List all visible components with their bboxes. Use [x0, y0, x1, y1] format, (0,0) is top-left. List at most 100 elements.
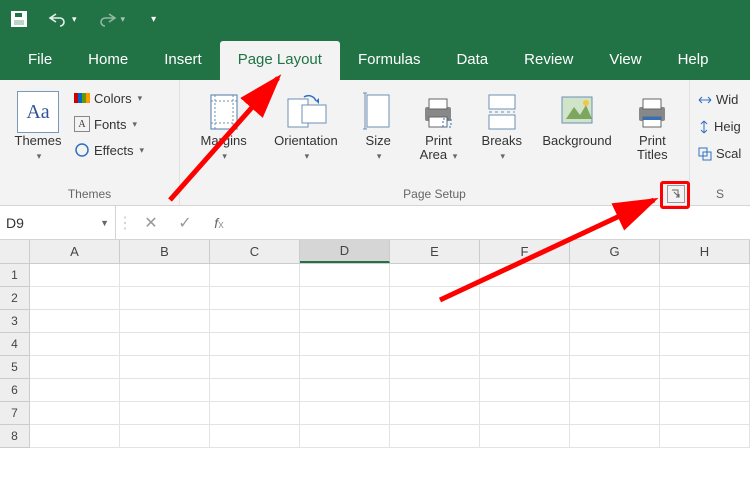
- col-header-h[interactable]: H: [660, 240, 750, 263]
- cell[interactable]: [120, 402, 210, 425]
- fonts-button[interactable]: A Fonts▾: [74, 114, 144, 134]
- tab-file[interactable]: File: [10, 41, 70, 80]
- row-header[interactable]: 1: [0, 264, 30, 287]
- cell[interactable]: [570, 310, 660, 333]
- cell[interactable]: [390, 379, 480, 402]
- tab-review[interactable]: Review: [506, 41, 591, 80]
- cell[interactable]: [30, 310, 120, 333]
- row-header[interactable]: 3: [0, 310, 30, 333]
- cell[interactable]: [390, 356, 480, 379]
- row-header[interactable]: 8: [0, 425, 30, 448]
- breaks-button[interactable]: Breaks▾: [476, 86, 528, 163]
- cell[interactable]: [300, 356, 390, 379]
- cell[interactable]: [120, 333, 210, 356]
- cell[interactable]: [210, 356, 300, 379]
- cell[interactable]: [570, 333, 660, 356]
- redo-dropdown-icon[interactable]: ▾: [121, 14, 126, 25]
- row-header[interactable]: 6: [0, 379, 30, 402]
- cell[interactable]: [390, 402, 480, 425]
- cell[interactable]: [570, 264, 660, 287]
- cell[interactable]: [390, 287, 480, 310]
- colors-button[interactable]: Colors▾: [74, 88, 144, 108]
- cell[interactable]: [300, 287, 390, 310]
- col-header-c[interactable]: C: [210, 240, 300, 263]
- cell[interactable]: [660, 310, 750, 333]
- cell[interactable]: [300, 425, 390, 448]
- row-header[interactable]: 5: [0, 356, 30, 379]
- cell[interactable]: [390, 264, 480, 287]
- cell[interactable]: [480, 402, 570, 425]
- cell[interactable]: [660, 402, 750, 425]
- save-button[interactable]: [10, 10, 28, 28]
- cell[interactable]: [300, 333, 390, 356]
- cell[interactable]: [120, 379, 210, 402]
- cell[interactable]: [480, 264, 570, 287]
- cell[interactable]: [210, 425, 300, 448]
- cell[interactable]: [480, 356, 570, 379]
- width-control[interactable]: Wid: [698, 90, 738, 109]
- customize-qat-button[interactable]: ▾: [151, 14, 156, 25]
- cell[interactable]: [30, 333, 120, 356]
- cell[interactable]: [210, 310, 300, 333]
- cell[interactable]: [300, 402, 390, 425]
- cell[interactable]: [660, 287, 750, 310]
- cell[interactable]: [660, 333, 750, 356]
- cell[interactable]: [210, 402, 300, 425]
- cell[interactable]: [480, 310, 570, 333]
- formula-input[interactable]: [236, 206, 750, 239]
- cell[interactable]: [210, 264, 300, 287]
- cell[interactable]: [30, 425, 120, 448]
- cell[interactable]: [390, 425, 480, 448]
- tab-insert[interactable]: Insert: [146, 41, 220, 80]
- background-button[interactable]: Background: [539, 86, 615, 148]
- cell[interactable]: [570, 425, 660, 448]
- cell[interactable]: [30, 356, 120, 379]
- cell[interactable]: [570, 287, 660, 310]
- cancel-formula-button[interactable]: ✕: [134, 206, 168, 239]
- orientation-button[interactable]: Orientation▾: [268, 86, 344, 163]
- cell[interactable]: [210, 333, 300, 356]
- col-header-a[interactable]: A: [30, 240, 120, 263]
- cell[interactable]: [120, 287, 210, 310]
- cell[interactable]: [660, 356, 750, 379]
- insert-function-button[interactable]: fx: [202, 206, 236, 239]
- cell[interactable]: [480, 333, 570, 356]
- row-header[interactable]: 2: [0, 287, 30, 310]
- cell[interactable]: [660, 379, 750, 402]
- tab-formulas[interactable]: Formulas: [340, 41, 439, 80]
- cell[interactable]: [300, 310, 390, 333]
- name-box-dropdown-icon[interactable]: ▼: [100, 218, 109, 228]
- enter-formula-button[interactable]: ✓: [168, 206, 202, 239]
- cell[interactable]: [570, 402, 660, 425]
- page-setup-dialog-launcher[interactable]: [667, 185, 685, 203]
- themes-button[interactable]: Aa Themes▾: [8, 86, 68, 163]
- cell[interactable]: [120, 264, 210, 287]
- cell[interactable]: [300, 379, 390, 402]
- size-button[interactable]: Size▾: [355, 86, 401, 163]
- cell[interactable]: [30, 402, 120, 425]
- undo-button[interactable]: ▾: [46, 10, 77, 28]
- cell[interactable]: [390, 310, 480, 333]
- cell[interactable]: [120, 425, 210, 448]
- cell[interactable]: [30, 287, 120, 310]
- print-titles-button[interactable]: Print Titles: [626, 86, 678, 163]
- cell[interactable]: [30, 379, 120, 402]
- cell[interactable]: [480, 287, 570, 310]
- col-header-e[interactable]: E: [390, 240, 480, 263]
- select-all-corner[interactable]: [0, 240, 30, 263]
- print-area-button[interactable]: Print Area ▾: [412, 86, 464, 163]
- cell[interactable]: [390, 333, 480, 356]
- col-header-b[interactable]: B: [120, 240, 210, 263]
- tab-home[interactable]: Home: [70, 41, 146, 80]
- cell[interactable]: [120, 356, 210, 379]
- cell[interactable]: [570, 379, 660, 402]
- cell[interactable]: [660, 425, 750, 448]
- cell[interactable]: [480, 379, 570, 402]
- cell[interactable]: [120, 310, 210, 333]
- cell[interactable]: [570, 356, 660, 379]
- margins-button[interactable]: Margins▾: [191, 86, 257, 163]
- col-header-d[interactable]: D: [300, 240, 390, 263]
- name-box[interactable]: D9 ▼: [0, 206, 116, 239]
- effects-button[interactable]: Effects▾: [74, 140, 144, 160]
- tab-view[interactable]: View: [591, 41, 659, 80]
